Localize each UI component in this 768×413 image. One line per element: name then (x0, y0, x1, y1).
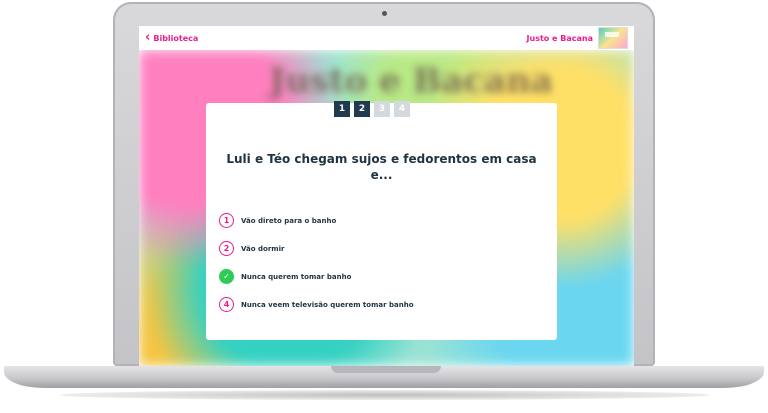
answer-list: 1 Vão direto para o banho 2 Vão dormir ✓… (219, 211, 414, 323)
step-2[interactable]: 2 (354, 101, 370, 117)
answer-option-2[interactable]: 2 Vão dormir (219, 239, 414, 258)
option-label: Vão dormir (241, 244, 285, 253)
laptop-shadow (60, 390, 710, 400)
laptop-notch (331, 366, 441, 373)
option-label: Nunca querem tomar banho (241, 272, 352, 281)
book-cover-thumbnail[interactable] (598, 27, 628, 49)
option-number-badge: 4 (219, 297, 234, 312)
book-header: Justo e Bacana (527, 27, 628, 49)
background-title: Justo e Bacana (269, 61, 553, 101)
step-1[interactable]: 1 (334, 101, 350, 117)
back-button[interactable]: ‹ Biblioteca (145, 30, 199, 45)
laptop-base (4, 366, 764, 388)
checkmark-icon: ✓ (219, 269, 234, 284)
back-label: Biblioteca (153, 33, 199, 43)
option-label: Nunca veem televisão querem tomar banho (241, 300, 414, 309)
top-bar: ‹ Biblioteca Justo e Bacana (139, 26, 634, 50)
option-number-badge: 1 (219, 213, 234, 228)
option-number-badge: 2 (219, 241, 234, 256)
answer-option-1[interactable]: 1 Vão direto para o banho (219, 211, 414, 230)
step-indicator: 1 2 3 4 (334, 101, 410, 117)
chevron-left-icon: ‹ (145, 30, 151, 45)
answer-option-4[interactable]: 4 Nunca veem televisão querem tomar banh… (219, 295, 414, 314)
step-4[interactable]: 4 (394, 101, 410, 117)
option-label: Vão direto para o banho (241, 216, 337, 225)
camera-dot (382, 11, 387, 16)
quiz-card: 1 2 3 4 Luli e Téo chegam sujos e fedore… (206, 101, 557, 340)
app-screen: Justo e Bacana ‹ Biblioteca Justo e Baca… (139, 26, 634, 366)
question-text: Luli e Téo chegam sujos e fedorentos em … (226, 152, 537, 182)
step-3[interactable]: 3 (374, 101, 390, 117)
answer-option-3[interactable]: ✓ Nunca querem tomar banho (219, 267, 414, 286)
book-title: Justo e Bacana (526, 33, 593, 43)
